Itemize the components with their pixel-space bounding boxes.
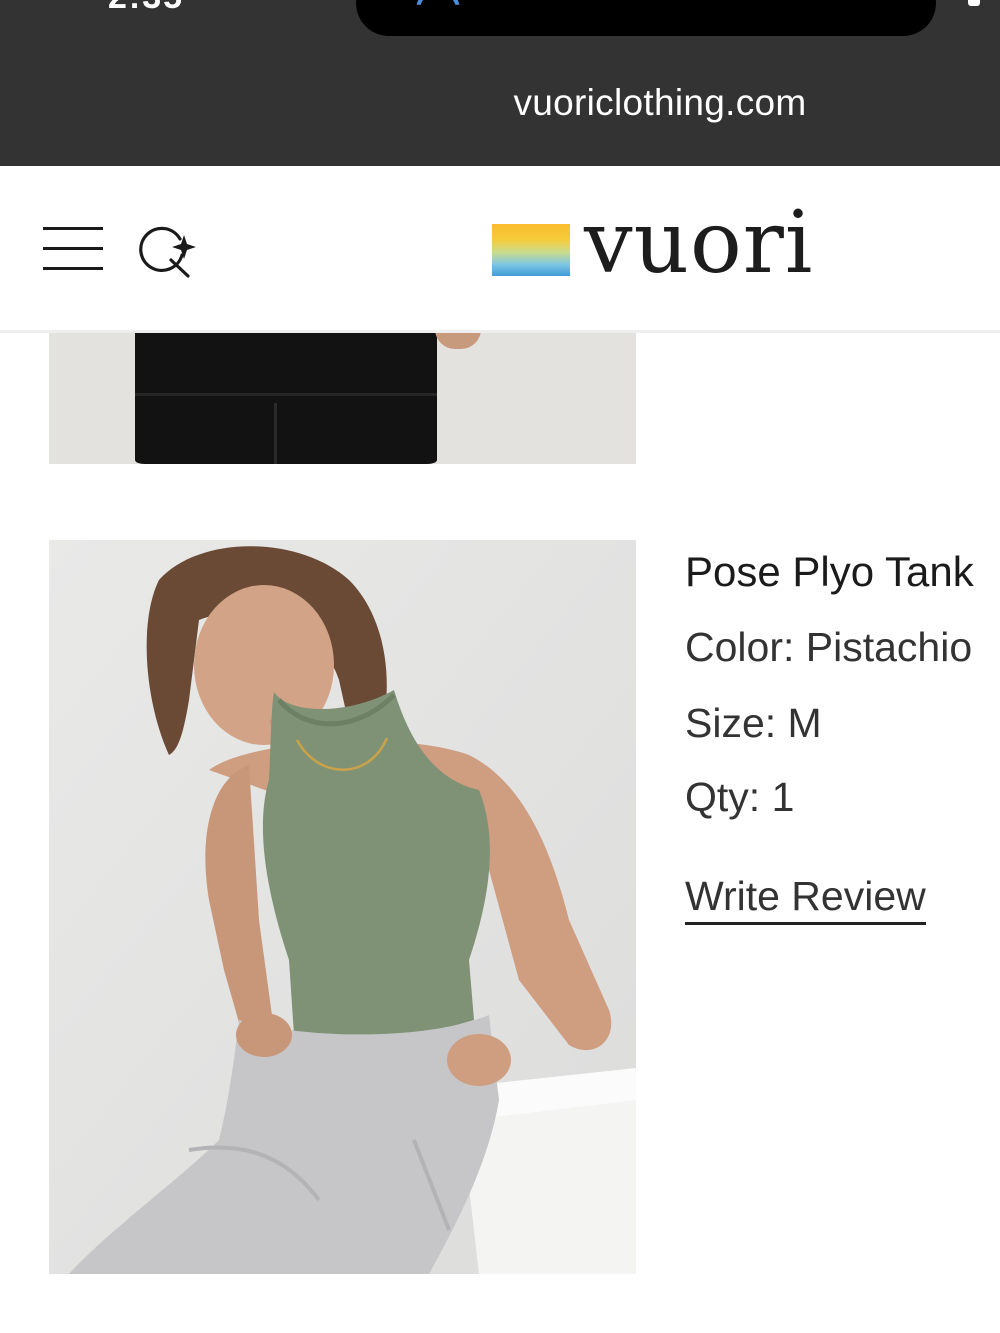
product-size: Size: M [685, 700, 822, 746]
brand-wordmark: vuori [584, 193, 814, 293]
brand-logo[interactable]: vuori [492, 193, 832, 296]
menu-button[interactable] [43, 226, 103, 272]
hand-graphic [435, 333, 481, 349]
site-header: vuori [0, 166, 1000, 333]
logo-color-swatch [492, 224, 570, 276]
status-time: 2:35 [108, 0, 184, 17]
search-button[interactable] [136, 222, 200, 280]
leggings-graphic [135, 333, 437, 464]
hamburger-menu-icon [43, 227, 103, 230]
dynamic-island [356, 0, 936, 36]
address-bar-url[interactable]: vuoriclothing.com [0, 82, 1000, 124]
product-image-pose-plyo-tank[interactable] [49, 540, 636, 1274]
product-name[interactable]: Pose Plyo Tank [685, 548, 974, 596]
product-color: Color: Pistachio [685, 624, 973, 670]
product-quantity: Qty: 1 [685, 774, 795, 820]
previous-product-image[interactable] [49, 333, 636, 464]
sparkle-search-icon [139, 226, 196, 278]
browser-top-bar: 2:35 vuoriclothing.com [0, 0, 1000, 167]
activity-ring-icon [416, 0, 460, 5]
write-review-link[interactable]: Write Review [685, 873, 926, 925]
model-illustration [49, 540, 636, 1274]
status-indicator-icon [968, 0, 980, 6]
